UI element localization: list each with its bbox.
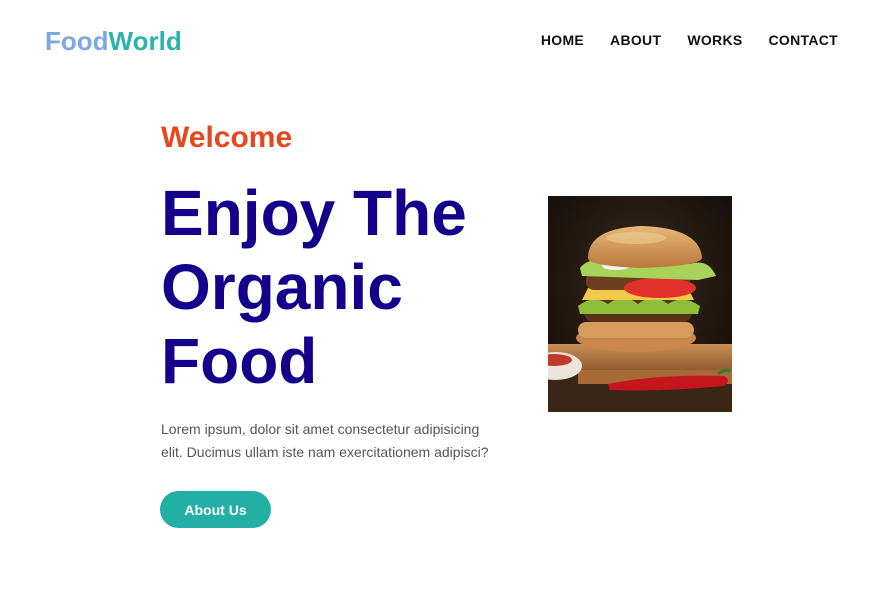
main-nav: HOME ABOUT WORKS CONTACT [541,32,838,48]
logo-world-text: World [108,26,182,56]
headline-line-1: Enjoy The [161,177,467,249]
hero-headline: Enjoy The Organic Food [161,176,541,398]
welcome-heading: Welcome [161,121,293,154]
burger-illustration [548,196,732,412]
hero-description: Lorem ipsum, dolor sit amet consectetur … [161,418,511,464]
nav-home-link[interactable]: HOME [541,32,584,48]
headline-line-2: Organic [161,251,403,323]
logo[interactable]: FoodWorld [45,26,182,57]
logo-food-text: Food [45,26,109,56]
nav-about-link[interactable]: ABOUT [610,32,661,48]
burger-image [548,196,732,412]
description-line-1: Lorem ipsum, dolor sit amet consectetur … [161,421,480,437]
nav-works-link[interactable]: WORKS [687,32,742,48]
description-line-2: elit. Ducimus ullam iste nam exercitatio… [161,444,489,460]
nav-contact-link[interactable]: CONTACT [769,32,839,48]
headline-line-3: Food [161,325,318,397]
about-us-button[interactable]: About Us [160,491,271,528]
